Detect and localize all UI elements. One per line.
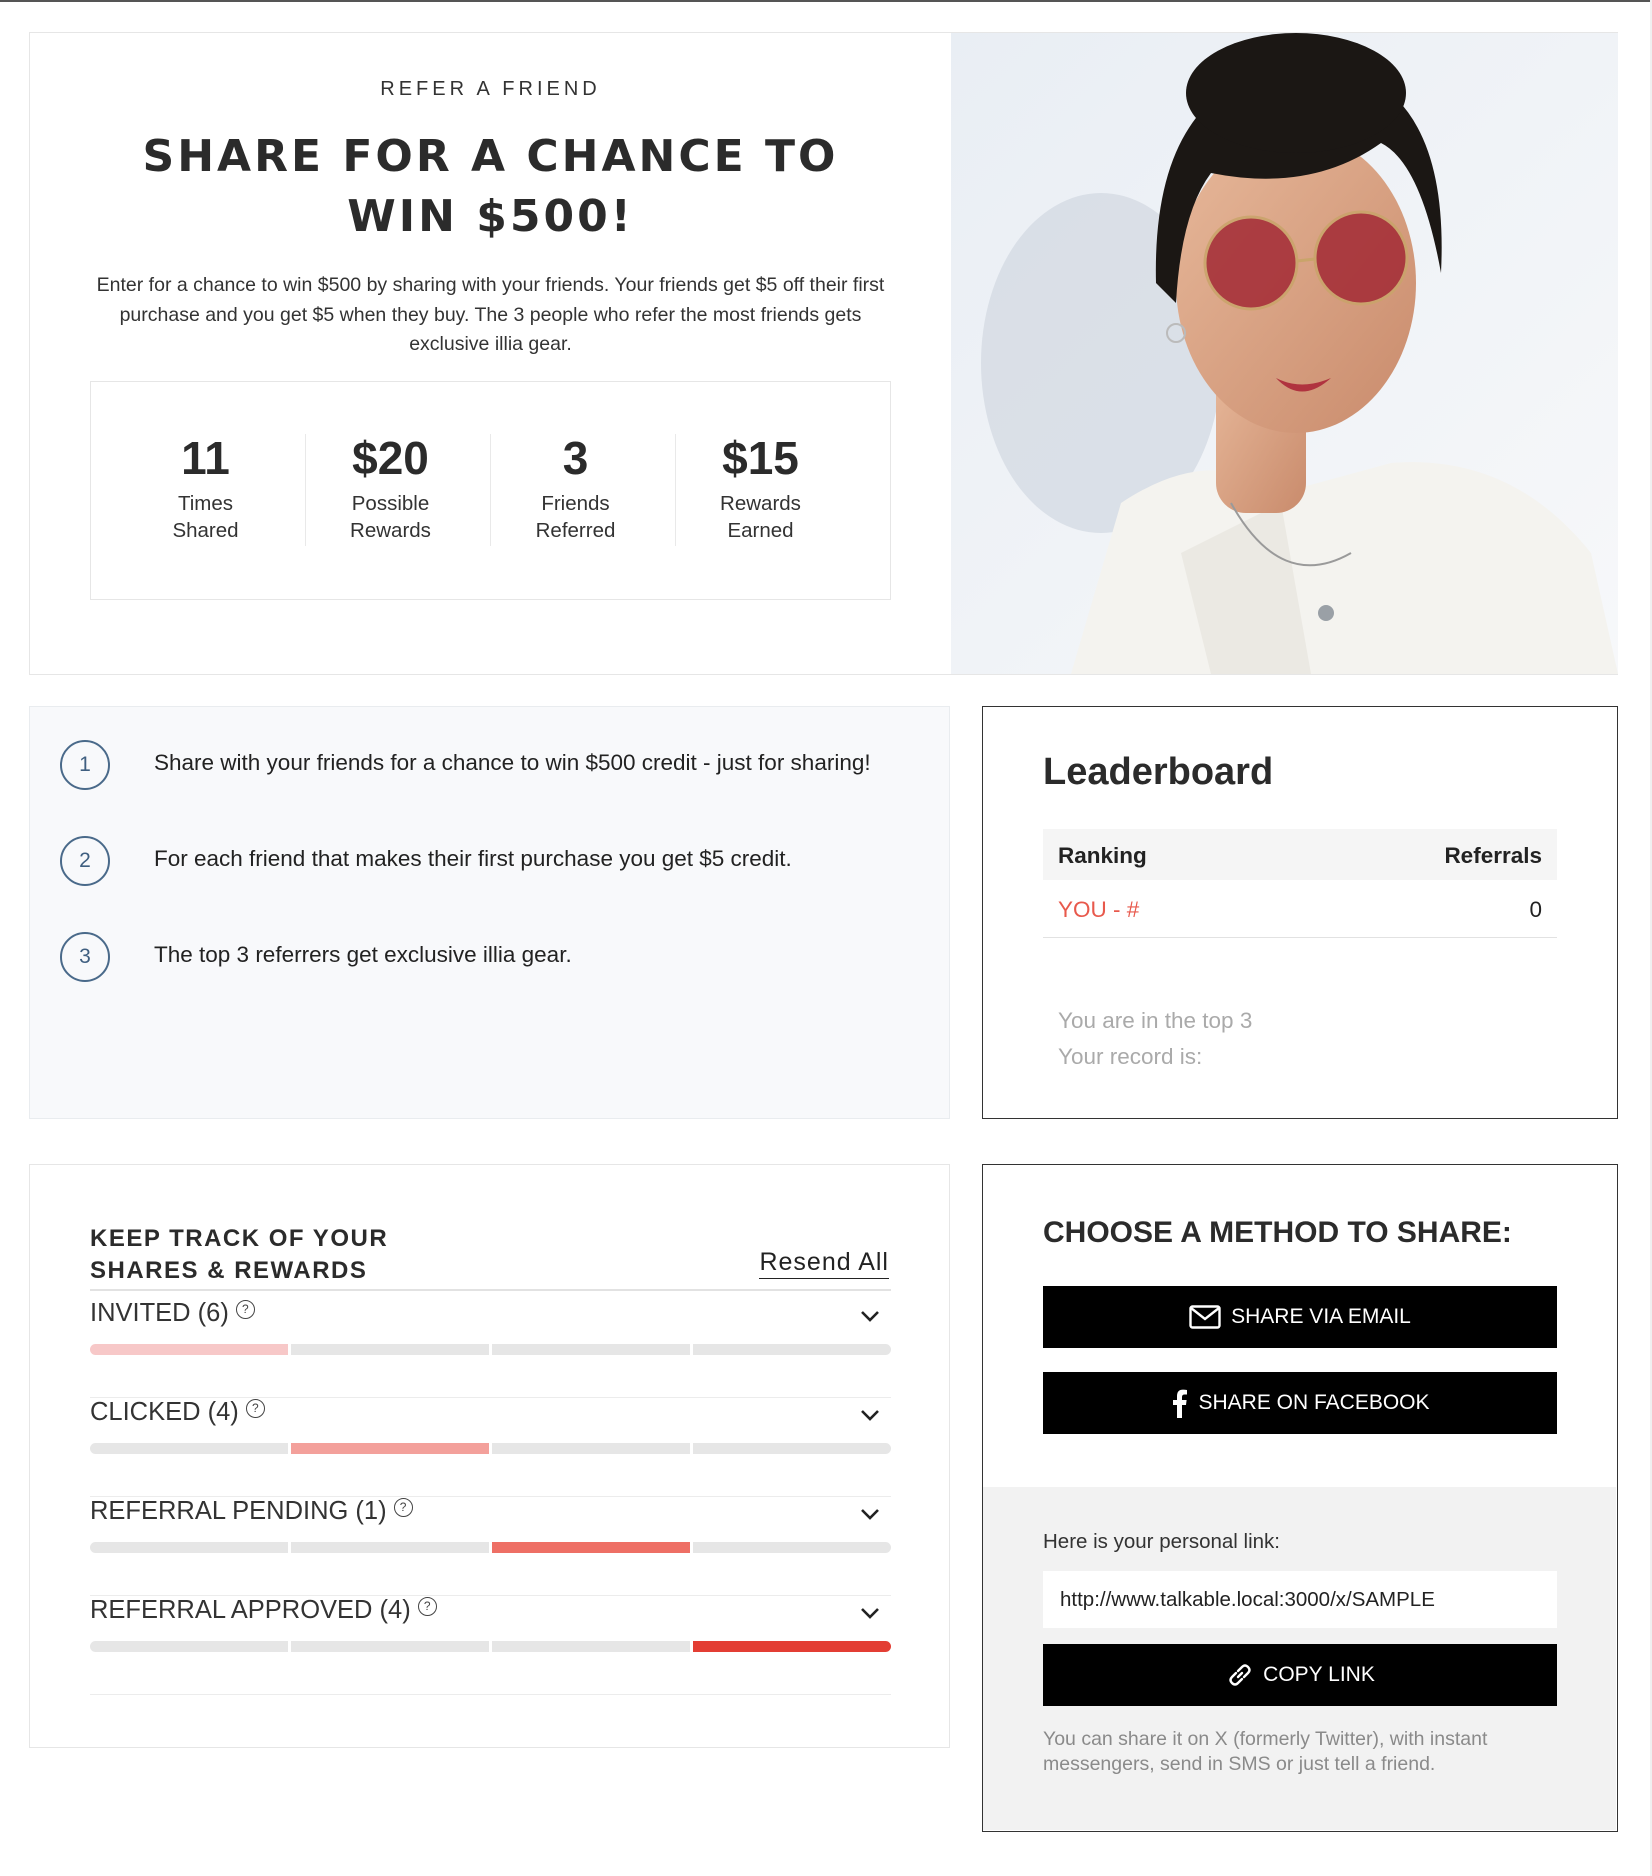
- tracking-divider: [90, 1289, 891, 1291]
- progress-segment: [492, 1542, 690, 1553]
- help-icon[interactable]: ?: [235, 1300, 255, 1319]
- stat-times-shared: 11 Times Shared: [113, 430, 298, 550]
- progress-segment: [291, 1344, 489, 1355]
- status-referral-approved[interactable]: REFERRAL APPROVED (4)?: [90, 1596, 891, 1695]
- leaderboard-note: You are in the top 3 Your record is:: [1058, 1003, 1252, 1075]
- ranking-column-header: Ranking: [1058, 843, 1147, 868]
- progress-segment: [693, 1542, 891, 1553]
- hero-description: Enter for a chance to win $500 by sharin…: [96, 274, 885, 355]
- leaderboard-title: Leaderboard: [1043, 751, 1274, 793]
- progress-segment: [291, 1443, 489, 1454]
- your-rank: YOU - #: [1058, 897, 1140, 922]
- row-divider: [90, 1694, 891, 1695]
- link-icon: [1229, 1664, 1251, 1687]
- stat-rewards-earned: $15 Rewards Earned: [668, 430, 853, 550]
- progress-segment: [90, 1344, 288, 1355]
- share-facebook-label: SHARE ON FACEBOOK: [1198, 1391, 1430, 1414]
- stat-value: 11: [181, 432, 230, 484]
- stat-friends-referred: 3 Friends Referred: [483, 430, 668, 550]
- progress-segment: [693, 1344, 891, 1355]
- stat-possible-rewards: $20 Possible Rewards: [298, 430, 483, 550]
- progress-segment: [693, 1641, 891, 1652]
- stat-label: Rewards Earned: [720, 492, 801, 542]
- progress-bar: [90, 1641, 891, 1652]
- progress-segment: [90, 1443, 288, 1454]
- share-email-button[interactable]: SHARE VIA EMAIL: [1043, 1286, 1557, 1348]
- hero-eyebrow: REFER A FRIEND: [380, 78, 601, 100]
- step-item: 2 For each friend that makes their first…: [60, 836, 940, 888]
- leaderboard-panel: Leaderboard Ranking Referrals YOU - # 0 …: [982, 706, 1618, 1119]
- chevron-down-icon[interactable]: [859, 1503, 881, 1525]
- stat-label: Friends Referred: [535, 492, 616, 542]
- leaderboard-header: Ranking Referrals: [1043, 829, 1557, 880]
- status-label: CLICKED (4)?: [90, 1398, 265, 1427]
- stat-label: Possible Rewards: [350, 492, 431, 542]
- personal-link-label: Here is your personal link:: [1043, 1530, 1280, 1553]
- step-number-circle: 2: [60, 836, 110, 886]
- copy-link-label: COPY LINK: [1263, 1663, 1375, 1686]
- help-icon[interactable]: ?: [393, 1498, 413, 1517]
- step-item: 3 The top 3 referrers get exclusive illi…: [60, 932, 940, 984]
- step-item: 1 Share with your friends for a chance t…: [60, 740, 940, 792]
- share-email-label: SHARE VIA EMAIL: [1231, 1305, 1411, 1328]
- facebook-icon: [1173, 1390, 1188, 1419]
- status-referral-pending[interactable]: REFERRAL PENDING (1)?: [90, 1497, 891, 1596]
- status-clicked[interactable]: CLICKED (4)?: [90, 1398, 891, 1497]
- status-label: INVITED (6)?: [90, 1299, 255, 1328]
- progress-segment: [492, 1443, 690, 1454]
- progress-segment: [492, 1344, 690, 1355]
- share-title: CHOOSE A METHOD TO SHARE:: [1043, 1216, 1512, 1249]
- help-icon[interactable]: ?: [417, 1597, 437, 1616]
- stat-label: Times Shared: [172, 492, 239, 542]
- leaderboard-row: YOU - # 0: [1043, 880, 1557, 938]
- status-invited[interactable]: INVITED (6)?: [90, 1299, 891, 1398]
- share-facebook-button[interactable]: SHARE ON FACEBOOK: [1043, 1372, 1557, 1434]
- step-number-circle: 3: [60, 932, 110, 982]
- progress-segment: [90, 1641, 288, 1652]
- personal-link-section: Here is your personal link: http://www.t…: [983, 1487, 1616, 1830]
- hero-content: REFER A FRIEND SHARE FOR A CHANCE TO WIN…: [30, 33, 951, 674]
- stat-value: $15: [722, 432, 799, 484]
- copy-link-button[interactable]: COPY LINK: [1043, 1644, 1557, 1706]
- stat-value: 3: [562, 432, 589, 484]
- status-label: REFERRAL PENDING (1)?: [90, 1497, 413, 1526]
- stat-value: $20: [352, 432, 429, 484]
- progress-segment: [693, 1443, 891, 1454]
- resend-all-link[interactable]: Resend All: [759, 1248, 889, 1279]
- stats-box: 11 Times Shared $20 Possible Rewards 3 Fri…: [90, 381, 891, 600]
- progress-bar: [90, 1542, 891, 1553]
- top-three-note: You are in the top 3: [1058, 1008, 1253, 1033]
- progress-segment: [291, 1542, 489, 1553]
- step-number-circle: 1: [60, 740, 110, 790]
- record-note: Your record is:: [1058, 1044, 1203, 1069]
- progress-bar: [90, 1344, 891, 1355]
- chevron-down-icon[interactable]: [859, 1602, 881, 1624]
- status-label: REFERRAL APPROVED (4)?: [90, 1596, 437, 1625]
- hero-card: REFER A FRIEND SHARE FOR A CHANCE TO WIN…: [29, 32, 1618, 675]
- tracking-panel: KEEP TRACK OF YOUR SHARES & REWARDS Rese…: [29, 1164, 950, 1748]
- how-it-works-panel: 1 Share with your friends for a chance t…: [29, 706, 950, 1119]
- progress-segment: [291, 1641, 489, 1652]
- step-text: For each friend that makes their first p…: [154, 846, 792, 871]
- referrals-column-header: Referrals: [1444, 843, 1542, 868]
- tracking-title: KEEP TRACK OF YOUR SHARES & REWARDS: [90, 1225, 389, 1284]
- hero-photo: [951, 33, 1618, 674]
- share-panel: CHOOSE A METHOD TO SHARE: SHARE VIA EMAI…: [982, 1164, 1618, 1832]
- progress-segment: [90, 1542, 288, 1553]
- help-icon[interactable]: ?: [245, 1399, 265, 1418]
- progress-segment: [492, 1641, 690, 1652]
- envelope-icon: [1189, 1305, 1221, 1330]
- chevron-down-icon[interactable]: [859, 1305, 881, 1327]
- top-border: [0, 0, 1652, 2]
- step-text: The top 3 referrers get exclusive illia …: [154, 942, 572, 967]
- personal-link-field[interactable]: http://www.talkable.local:3000/x/SAMPLE: [1043, 1571, 1557, 1628]
- hero-title: SHARE FOR A CHANCE TO WIN $500!: [142, 131, 839, 242]
- step-text: Share with your friends for a chance to …: [154, 750, 871, 775]
- chevron-down-icon[interactable]: [859, 1404, 881, 1426]
- your-referral-count: 0: [1529, 897, 1542, 922]
- progress-bar: [90, 1443, 891, 1454]
- share-note: You can share it on X (formerly Twitter)…: [1043, 1728, 1488, 1775]
